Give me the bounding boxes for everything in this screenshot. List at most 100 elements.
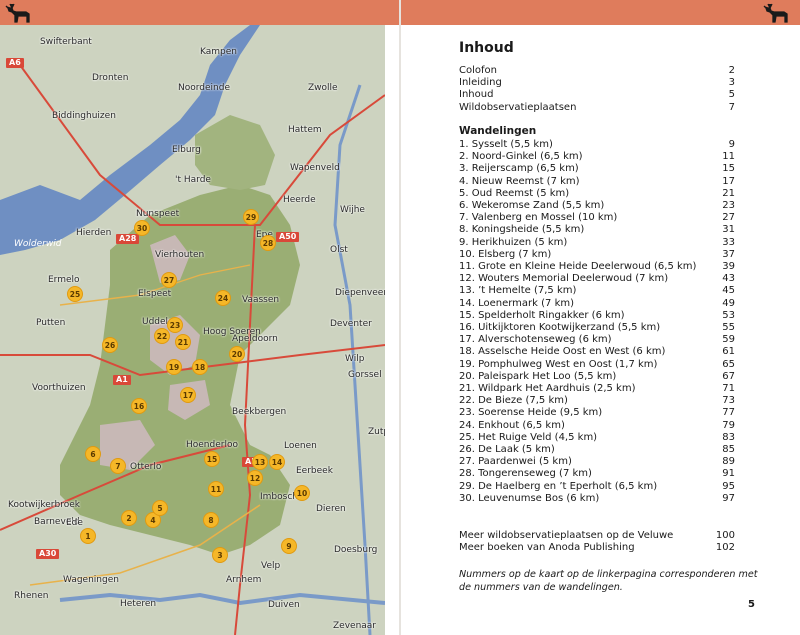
walk-entry[interactable]: 17. Alverschotenseweg (6 km) 59 [459,334,735,346]
appendix-entry[interactable]: Meer wildobservatieplaatsen op de Veluwe… [459,530,735,542]
walk-marker[interactable]: 22 [154,328,170,344]
place-label: Ermelo [48,275,80,285]
walk-marker[interactable]: 18 [192,359,208,375]
walk-entry[interactable]: 22. De Bieze (7,5 km) 73 [459,395,735,407]
walk-entry[interactable]: 20. Paleispark Het Loo (5,5 km) 67 [459,371,735,383]
walk-marker[interactable]: 21 [175,334,191,350]
walk-entry[interactable]: 25. Het Ruige Veld (4,5 km) 83 [459,432,735,444]
walk-entry-page: 89 [722,456,735,468]
place-label: Deventer [330,319,372,329]
walk-marker[interactable]: 14 [269,454,285,470]
walk-marker[interactable]: 1 [80,528,96,544]
walk-entry-title: 19. Pomphulweg West en Oost (1,7 km) [459,358,658,370]
walk-entry[interactable]: 3. Reijerscamp (6,5 km) 15 [459,163,735,175]
walk-marker[interactable]: 2 [121,510,137,526]
walk-marker[interactable]: 19 [166,359,182,375]
place-label: Olst [330,245,348,255]
walk-marker[interactable]: 29 [243,209,259,225]
walk-entry[interactable]: 6. Wekeromse Zand (5,5 km) 23 [459,200,735,212]
walk-marker[interactable]: 7 [110,458,126,474]
toc-entry[interactable]: Inhoud 5 [459,89,735,101]
walk-entry-page: 61 [722,346,735,358]
walk-entry[interactable]: 8. Koningsheide (5,5 km) 31 [459,224,735,236]
walk-marker[interactable]: 10 [294,485,310,501]
walk-marker[interactable]: 20 [229,346,245,362]
walk-marker[interactable]: 3 [212,547,228,563]
walk-entry-title: 25. Het Ruige Veld (4,5 km) [459,431,598,443]
walk-marker[interactable]: 23 [167,317,183,333]
walk-entry[interactable]: 2. Noord-Ginkel (6,5 km) 11 [459,151,735,163]
walk-entry[interactable]: 4. Nieuw Reemst (7 km) 17 [459,176,735,188]
walk-marker[interactable]: 16 [131,398,147,414]
walk-marker[interactable]: 30 [134,220,150,236]
walk-marker[interactable]: 13 [252,454,268,470]
walk-entry[interactable]: 27. Paardenwei (5 km) 89 [459,456,735,468]
walk-entry[interactable]: 15. Spelderholt Ringakker (6 km) 53 [459,310,735,322]
walk-entry[interactable]: 26. De Laak (5 km) 85 [459,444,735,456]
walk-marker[interactable]: 8 [203,512,219,528]
walk-entry[interactable]: 14. Loenermark (7 km) 49 [459,298,735,310]
walk-entry[interactable]: 1. Sysselt (5,5 km) 9 [459,139,735,151]
toc-entry-page: 7 [728,101,735,113]
walk-entry[interactable]: 24. Enkhout (6,5 km) 79 [459,420,735,432]
toc-entry[interactable]: Inleiding 3 [459,77,735,89]
walk-entry[interactable]: 16. Uitkijktoren Kootwijkerzand (5,5 km)… [459,322,735,334]
walk-entry[interactable]: 5. Oud Reemst (5 km) 21 [459,188,735,200]
walk-entry[interactable]: 29. De Haelberg en ’t Eperholt (6,5 km) 9… [459,481,735,493]
walk-entry-title: 16. Uitkijktoren Kootwijkerzand (5,5 km) [459,322,661,334]
walk-entry-title: 30. Leuvenumse Bos (6 km) [459,492,600,504]
place-label: Elspeet [138,289,172,299]
walk-entry-title: 18. Asselsche Heide Oost en West (6 km) [459,346,666,358]
walk-marker[interactable]: 17 [180,387,196,403]
walk-entry[interactable]: 13. ’t Hemelte (7,5 km) 45 [459,285,735,297]
walk-marker[interactable]: 12 [247,470,263,486]
walk-marker[interactable]: 6 [85,446,101,462]
toc-entry[interactable]: Colofon 2 [459,65,735,77]
place-label: Swifterbant [40,37,92,47]
page-number: 5 [748,599,755,610]
road-shield: A30 [36,549,60,559]
walk-marker[interactable]: 11 [208,481,224,497]
walk-entry[interactable]: 23. Soerense Heide (9,5 km) 77 [459,407,735,419]
appendix-entry-title: Meer boeken van Anoda Publishing [459,542,635,554]
walk-entry-page: 73 [722,395,735,407]
walk-entry[interactable]: 7. Valenberg en Mossel (10 km) 27 [459,212,735,224]
place-label: Wapenveld [290,163,340,173]
walk-marker[interactable]: 27 [161,272,177,288]
place-label: Uddel [142,317,169,327]
walk-entry[interactable]: 18. Asselsche Heide Oost en West (6 km) 6… [459,346,735,358]
walk-marker[interactable]: 15 [204,451,220,467]
walk-marker[interactable]: 9 [281,538,297,554]
walk-entry-title: 8. Koningsheide (5,5 km) [459,224,585,236]
walk-entry-title: 27. Paardenwei (5 km) [459,456,572,468]
walk-entry-title: 22. De Bieze (7,5 km) [459,395,568,407]
place-label: Noordeinde [178,83,230,93]
place-label: Dronten [92,73,129,83]
walk-entry-page: 95 [722,480,735,492]
walk-entry[interactable]: 19. Pomphulweg West en Oost (1,7 km) 65 [459,359,735,371]
walk-entry[interactable]: 28. Tongerenseweg (7 km) 91 [459,468,735,480]
walks-heading: Wandelingen [459,125,537,137]
road-shield: A28 [116,234,140,244]
walk-marker[interactable]: 28 [260,235,276,251]
walk-entry-title: 7. Valenberg en Mossel (10 km) [459,212,618,224]
place-label: Duiven [268,600,300,610]
walk-entry-title: 11. Grote en Kleine Heide Deelerwoud (6,… [459,261,697,273]
walk-entry[interactable]: 21. Wildpark Het Aardhuis (2,5 km) 71 [459,383,735,395]
place-label: Zevenaar [333,621,377,631]
walk-marker[interactable]: 25 [67,286,83,302]
walk-marker[interactable]: 26 [102,337,118,353]
toc-entry[interactable]: Wildobservatieplaatsen 7 [459,102,735,114]
more-list: Meer wildobservatieplaatsen op de Veluwe… [459,530,735,554]
walk-marker[interactable]: 24 [215,290,231,306]
walk-entry[interactable]: 30. Leuvenumse Bos (6 km) 97 [459,493,735,505]
walk-entry[interactable]: 9. Herikhuizen (5 km) 33 [459,237,735,249]
walk-entry-page: 65 [722,358,735,370]
place-label: Rhenen [14,591,49,601]
appendix-entry[interactable]: Meer boeken van Anoda Publishing 102 [459,542,735,554]
walk-marker[interactable]: 5 [152,500,168,516]
walk-entry[interactable]: 12. Wouters Memorial Deelerwoud (7 km) 43 [459,273,735,285]
walk-entry[interactable]: 10. Elsberg (7 km) 37 [459,249,735,261]
walk-entry[interactable]: 11. Grote en Kleine Heide Deelerwoud (6,… [459,261,735,273]
place-label: Heteren [120,599,157,609]
